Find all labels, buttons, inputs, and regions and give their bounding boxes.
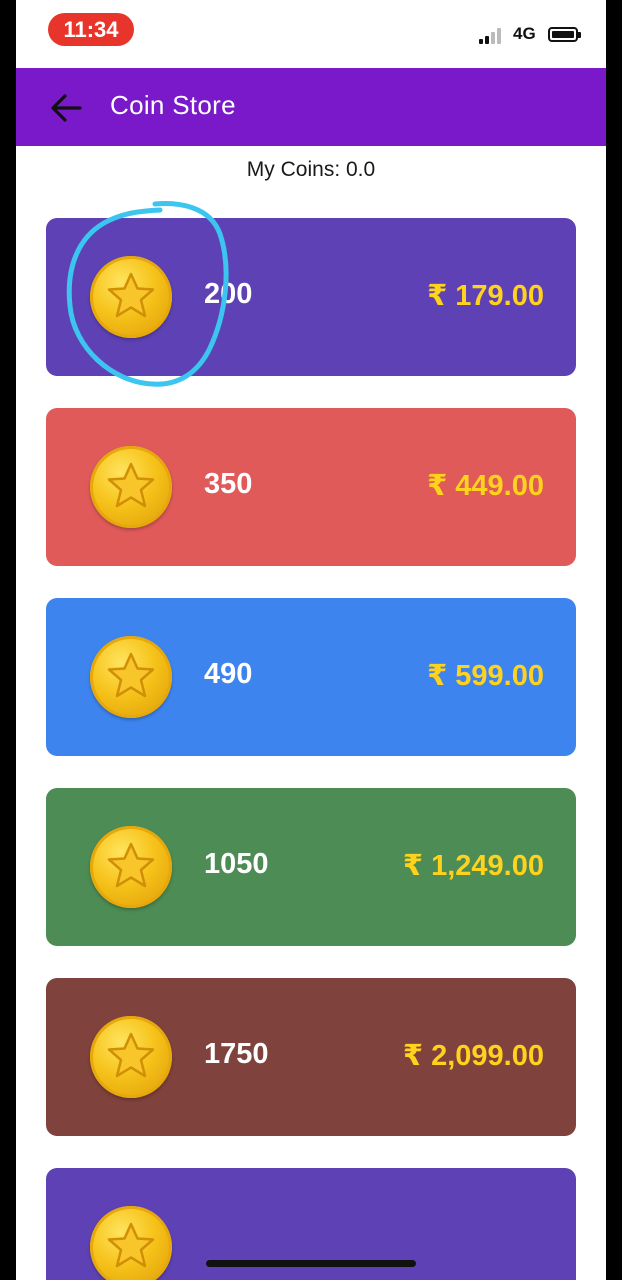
coin-amount: 350	[204, 468, 253, 500]
coin-package-card[interactable]: 350 ₹ 449.00	[46, 408, 576, 566]
status-time: 11:34	[48, 13, 134, 46]
package-price: ₹ 599.00	[427, 660, 544, 692]
package-price: ₹ 179.00	[427, 280, 544, 312]
coin-amount: 200	[204, 278, 253, 310]
coin-balance: My Coins: 0.0	[246, 158, 376, 181]
app-bar: Coin Store	[16, 68, 606, 146]
arrow-left-icon[interactable]	[50, 93, 82, 123]
coin-amount: 1050	[204, 848, 269, 880]
coin-package-card[interactable]: 1750 ₹ 2,099.00	[46, 978, 576, 1136]
status-bar: 11:34 4G	[16, 0, 606, 68]
star-coin-icon	[90, 1206, 172, 1280]
page-title: Coin Store	[110, 90, 236, 120]
coin-amount: 490	[204, 658, 253, 690]
coin-package-card[interactable]: 490 ₹ 599.00	[46, 598, 576, 756]
home-indicator[interactable]	[206, 1260, 416, 1267]
network-type: 4G	[513, 24, 536, 43]
package-price: ₹ 1,249.00	[402, 850, 544, 882]
star-coin-icon	[90, 446, 172, 528]
battery-icon	[548, 27, 581, 42]
star-coin-icon	[90, 826, 172, 908]
coin-amount: 1750	[204, 1038, 269, 1070]
star-coin-icon	[90, 636, 172, 718]
coin-package-card[interactable]: 200 ₹ 179.00	[46, 218, 576, 376]
app-screen: 11:34 4G Coin Store My Coins: 0.0 200 ₹ 1…	[16, 0, 606, 1280]
star-coin-icon	[90, 256, 172, 338]
coin-package-card[interactable]: 1050 ₹ 1,249.00	[46, 788, 576, 946]
signal-icon	[479, 28, 505, 44]
star-coin-icon	[90, 1016, 172, 1098]
package-price: ₹ 449.00	[427, 470, 544, 502]
package-price: ₹ 2,099.00	[402, 1040, 544, 1072]
